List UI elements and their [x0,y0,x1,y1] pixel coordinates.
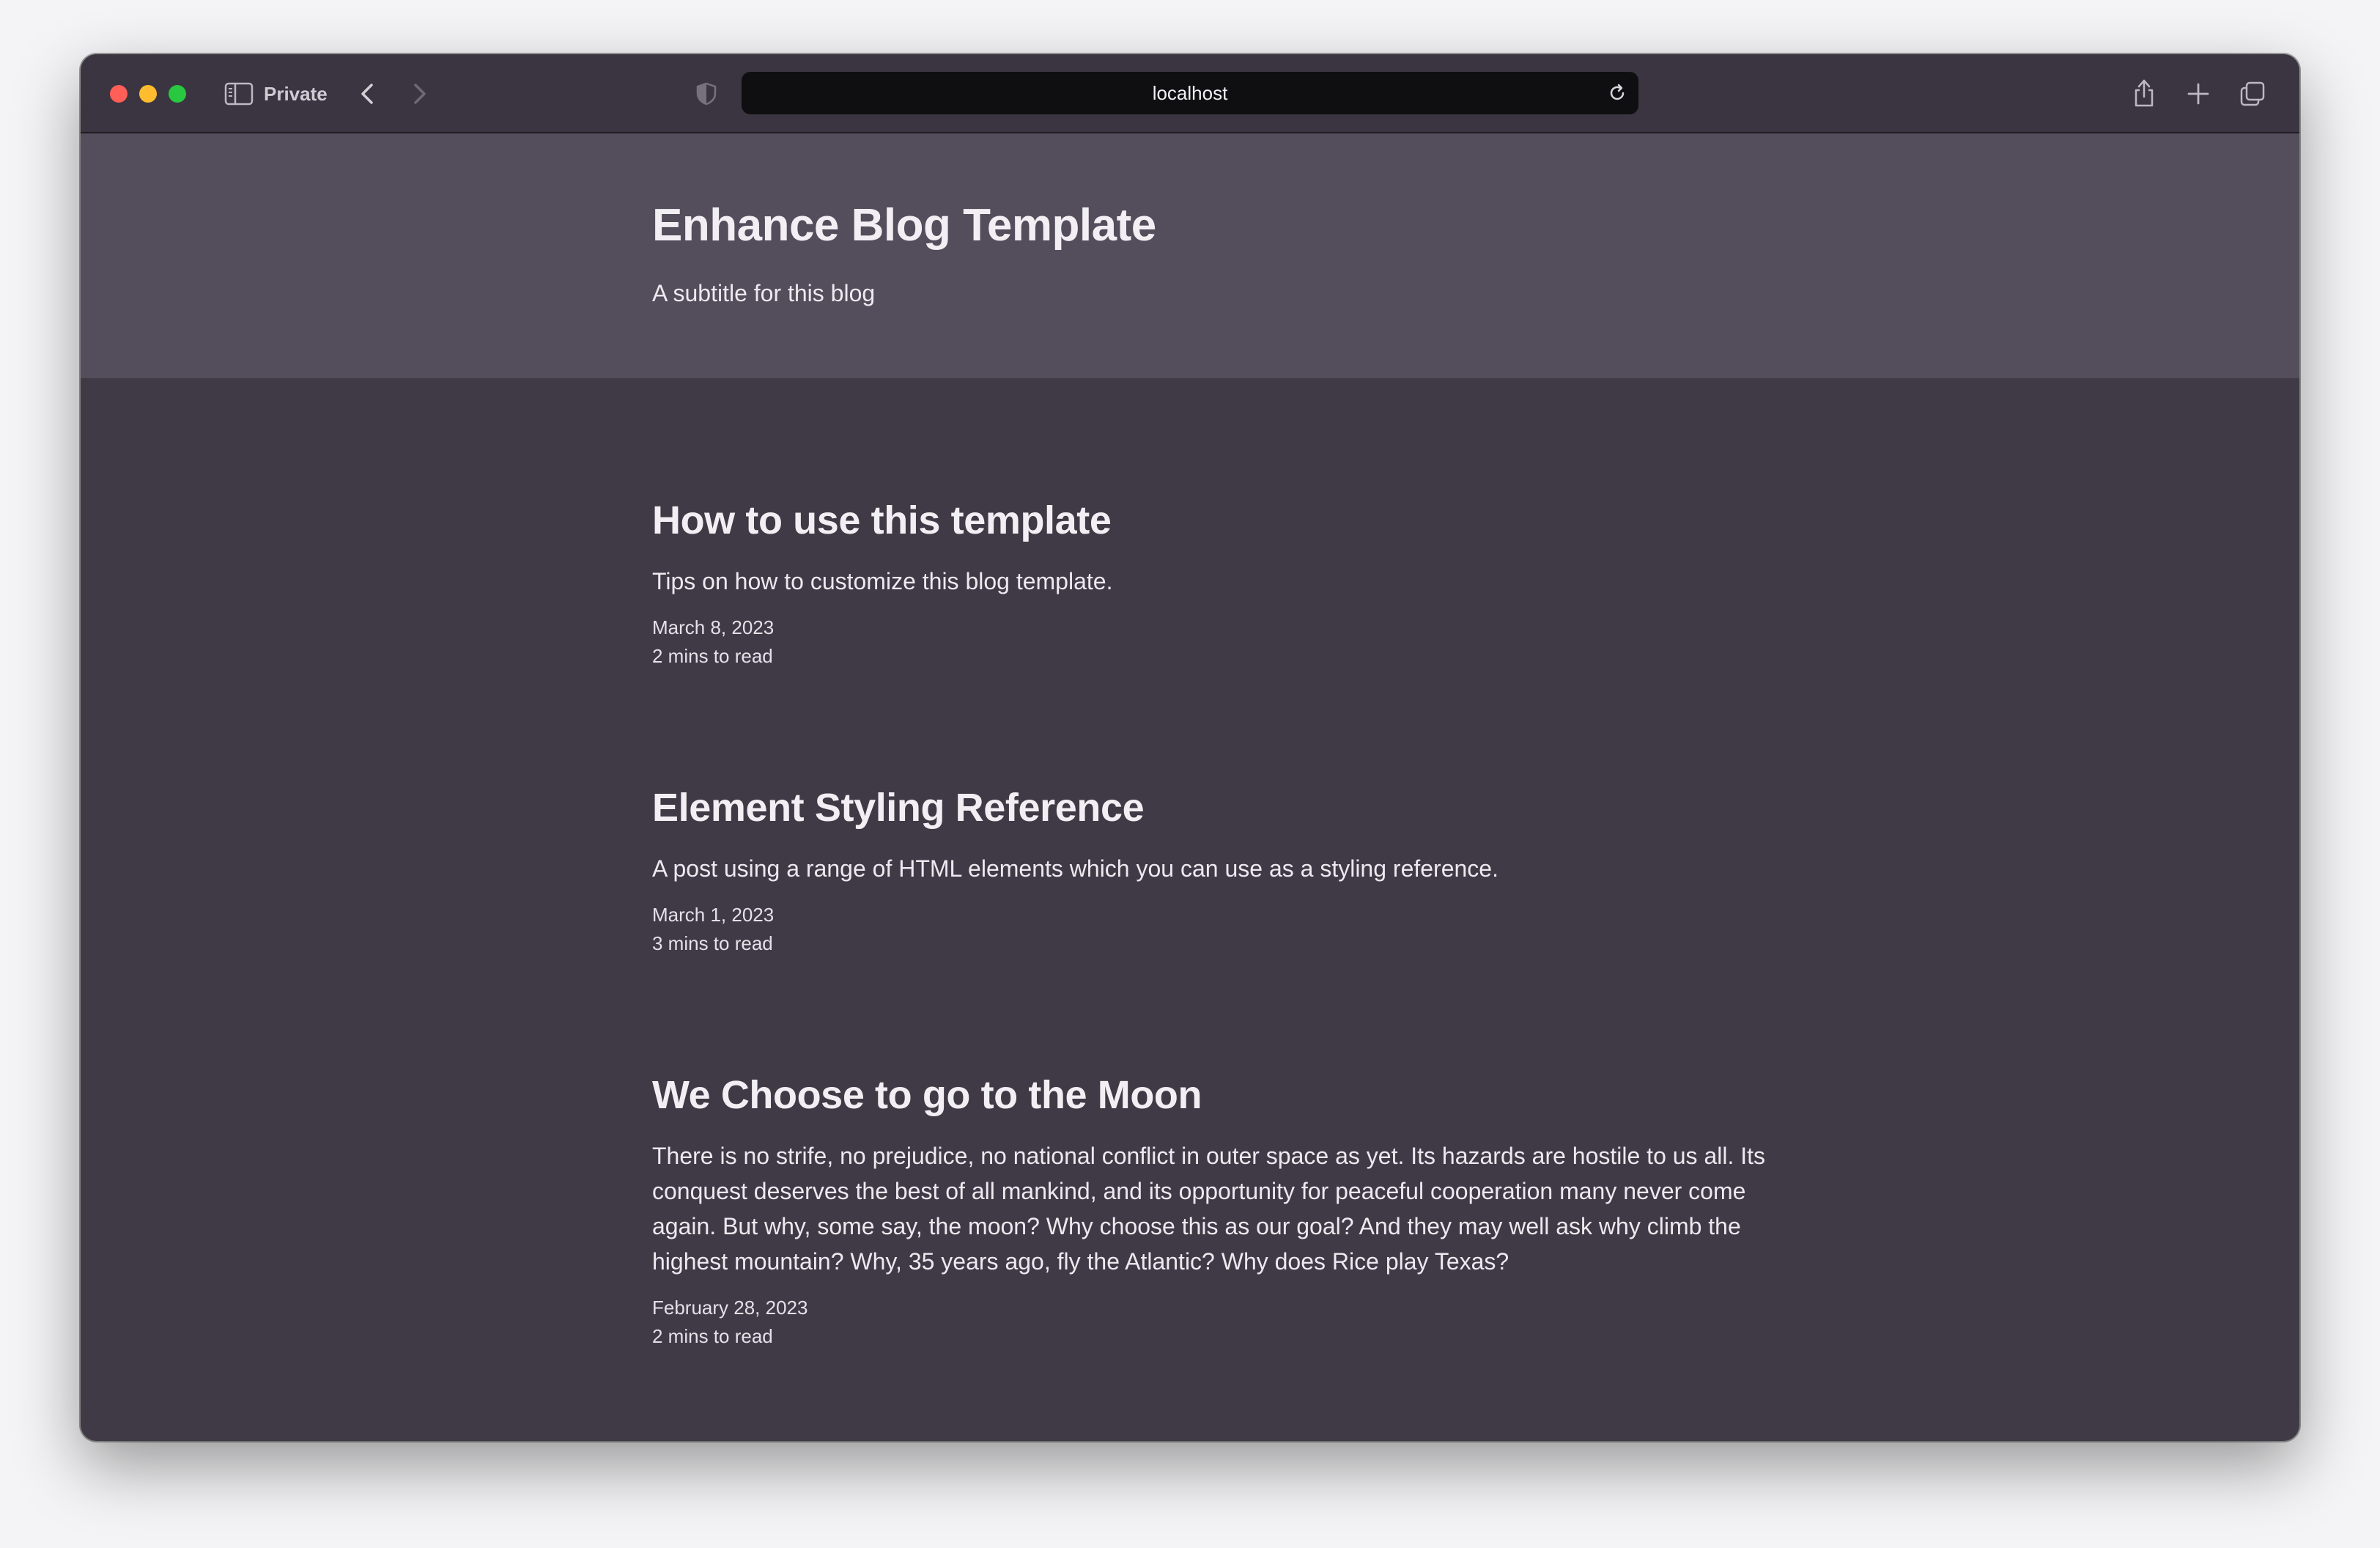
post-date: March 8, 2023 [652,616,775,638]
new-tab-icon[interactable] [2184,79,2213,108]
site-title[interactable]: Enhance Blog Template [652,199,1156,251]
post-card: Element Styling Reference A post using a… [652,784,1766,958]
post-card: We Choose to go to the Moon There is no … [652,1072,1766,1351]
site-header: Enhance Blog Template A subtitle for thi… [81,133,2299,378]
post-summary: There is no strife, no prejudice, no nat… [652,1142,1766,1275]
browser-window: Private localhost Enhance Blog Template … [81,54,2299,1441]
post-read-time: 2 mins to read [652,644,773,667]
minimize-window-button[interactable] [139,85,157,103]
url-text[interactable]: localhost [742,72,1638,114]
browser-toolbar: Private localhost [81,54,2299,133]
address-bar[interactable]: localhost [742,72,1638,114]
post-meta: March 8, 2023 2 mins to read [652,613,1766,671]
sidebar-icon[interactable] [224,82,254,106]
post-title-link[interactable]: Element Styling Reference [652,784,1766,832]
maximize-window-button[interactable] [169,85,186,103]
back-icon[interactable] [353,79,382,108]
close-window-button[interactable] [110,85,128,103]
share-icon[interactable] [2129,76,2159,108]
post-meta: March 1, 2023 3 mins to read [652,901,1766,958]
forward-icon[interactable] [404,79,434,108]
post-card: How to use this template Tips on how to … [652,497,1766,671]
post-meta: February 28, 2023 2 mins to read [652,1294,1766,1351]
private-mode-label[interactable]: Private [264,82,328,106]
post-title-link[interactable]: How to use this template [652,497,1766,545]
page-viewport: Enhance Blog Template A subtitle for thi… [81,133,2299,1441]
post-date: February 28, 2023 [652,1296,808,1319]
post-read-time: 2 mins to read [652,1324,773,1347]
post-summary: Tips on how to customize this blog templ… [652,567,1113,594]
post-title-link[interactable]: We Choose to go to the Moon [652,1072,1766,1119]
shield-icon[interactable] [693,81,720,107]
post-summary: A post using a range of HTML elements wh… [652,855,1498,882]
site-subtitle: A subtitle for this blog [652,280,876,306]
reload-icon[interactable] [1606,82,1628,104]
tabs-overview-icon[interactable] [2238,79,2267,108]
post-read-time: 3 mins to read [652,932,773,954]
post-date: March 1, 2023 [652,903,775,926]
